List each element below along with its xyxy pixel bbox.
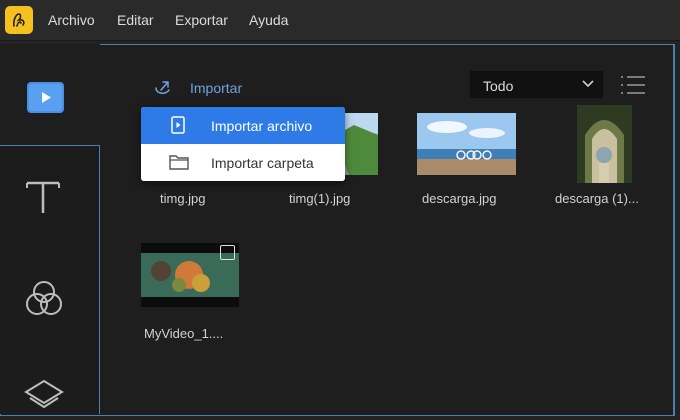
sidebar-item-media[interactable] [0, 44, 100, 145]
media-thumb-descarga-1[interactable] [577, 105, 632, 183]
list-view-button[interactable] [620, 74, 646, 101]
menu-item-import-folder[interactable]: Importar carpeta [141, 144, 345, 181]
file-video-icon [171, 116, 185, 134]
media-name: descarga (1)... [555, 191, 639, 206]
filters-icon[interactable] [25, 280, 63, 323]
app-logo-icon[interactable] [5, 6, 33, 34]
menu-bar: Archivo Editar Exportar Ayuda [0, 0, 680, 41]
import-dropdown: Importar archivo Importar carpeta [141, 107, 345, 181]
chevron-down-icon [582, 80, 594, 88]
media-name: timg.jpg [160, 191, 206, 206]
media-name: MyVideo_1.... [144, 326, 224, 341]
menu-editar[interactable]: Editar [117, 12, 154, 28]
folder-icon [169, 155, 189, 170]
menu-ayuda[interactable]: Ayuda [249, 12, 288, 28]
text-icon[interactable] [25, 179, 61, 220]
import-icon [155, 81, 170, 94]
media-name: timg(1).jpg [289, 191, 351, 206]
media-library [101, 45, 673, 414]
media-icon [27, 82, 64, 118]
menu-archivo[interactable]: Archivo [48, 12, 95, 28]
media-thumb-myvideo[interactable] [141, 243, 239, 307]
list-view-icon [621, 76, 645, 94]
media-name: descarga.jpg [422, 191, 497, 206]
import-button[interactable] [152, 78, 174, 98]
sidebar-tools [0, 145, 100, 414]
menu-exportar[interactable]: Exportar [175, 12, 228, 28]
media-thumb-descarga[interactable] [417, 113, 516, 175]
import-label[interactable]: Importar [190, 80, 242, 96]
filter-select[interactable]: Todo [470, 71, 603, 98]
video-badge-icon [220, 245, 235, 260]
filter-value: Todo [483, 78, 514, 94]
sidebar [0, 44, 100, 414]
menu-item-label: Importar carpeta [211, 155, 314, 171]
menu-item-label: Importar archivo [211, 118, 313, 134]
menu-item-import-file[interactable]: Importar archivo [141, 107, 345, 144]
